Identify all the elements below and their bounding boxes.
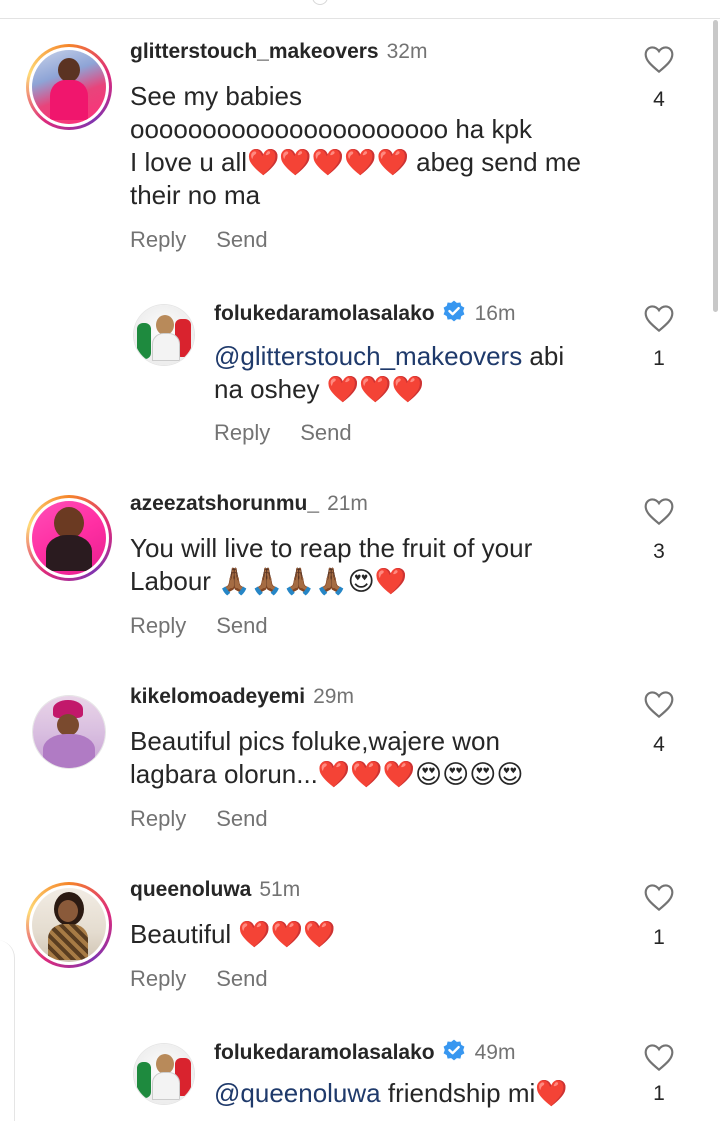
- like-control: 1: [641, 882, 677, 950]
- like-control: 3: [641, 496, 677, 564]
- sheet-handle[interactable]: [312, 0, 328, 5]
- comment-username[interactable]: kikelomoadeyemi 29m: [130, 685, 354, 709]
- like-count: 1: [653, 1082, 665, 1105]
- like-count: 3: [653, 540, 665, 563]
- comment-time: 51m: [259, 878, 301, 901]
- send-button[interactable]: Send: [216, 227, 267, 252]
- like-count: 4: [653, 733, 665, 756]
- comment-text: See my babies oooooooooooooooooooooo ha …: [130, 81, 581, 210]
- scrollbar[interactable]: [713, 20, 718, 312]
- reply-button[interactable]: Reply: [130, 806, 186, 831]
- avatar-image: [134, 305, 194, 365]
- comments-screen: glitterstouch_makeovers 32m See my babies…: [0, 0, 720, 1121]
- comment-username[interactable]: folukedaramolasalako 16m: [214, 299, 515, 326]
- mention-link[interactable]: @queenoluwa: [214, 1078, 381, 1108]
- send-button[interactable]: Send: [216, 806, 267, 831]
- heart-outline-icon[interactable]: [643, 44, 675, 74]
- avatar[interactable]: [133, 304, 195, 366]
- avatar[interactable]: [32, 695, 106, 769]
- comment-time: 21m: [327, 492, 368, 515]
- comment-username[interactable]: glitterstouch_makeovers 32m: [130, 40, 427, 64]
- reply-button[interactable]: Reply: [130, 227, 186, 252]
- avatar-image: [33, 696, 105, 768]
- heart-outline-icon[interactable]: [643, 689, 675, 719]
- comment-username[interactable]: folukedaramolasalako 49m: [214, 1038, 515, 1065]
- heart-outline-icon[interactable]: [643, 1042, 675, 1072]
- like-control: 1: [641, 303, 677, 371]
- like-control: 4: [641, 44, 677, 112]
- like-control: 1: [641, 1042, 677, 1106]
- comment-text: @queenoluwa friendship mi❤️: [214, 1078, 568, 1108]
- send-button[interactable]: Send: [216, 966, 267, 991]
- avatar[interactable]: [26, 495, 112, 581]
- comment-time: 49m: [474, 1041, 516, 1064]
- reply-button[interactable]: Reply: [130, 966, 186, 991]
- heart-outline-icon[interactable]: [643, 303, 675, 333]
- avatar-image: [32, 50, 106, 124]
- heart-outline-icon[interactable]: [643, 496, 675, 526]
- like-control: 4: [641, 689, 677, 757]
- send-button[interactable]: Send: [216, 613, 267, 638]
- avatar[interactable]: [26, 44, 112, 130]
- comment-username[interactable]: azeezatshorunmu_ 21m: [130, 492, 368, 516]
- avatar-image: [134, 1044, 194, 1104]
- avatar[interactable]: [133, 1043, 195, 1105]
- comment-time: 32m: [386, 40, 428, 63]
- reply-button[interactable]: Reply: [130, 613, 186, 638]
- comment-text: Beautiful ❤️❤️❤️: [130, 919, 336, 949]
- send-button[interactable]: Send: [300, 420, 351, 445]
- avatar-image: [32, 888, 106, 962]
- comment-time: 16m: [474, 302, 516, 325]
- mention-link[interactable]: @glitterstouch_makeovers: [214, 341, 522, 371]
- comments-sheet-top: [0, 0, 720, 19]
- like-count: 1: [653, 926, 665, 949]
- comment-text: Beautiful pics foluke,wajere won lagbara…: [130, 726, 524, 789]
- screen-edge: [0, 940, 15, 1121]
- comment-time: 29m: [313, 685, 354, 708]
- comment-text: @glitterstouch_makeovers abi na oshey ❤️…: [214, 341, 565, 404]
- reply-button[interactable]: Reply: [214, 420, 270, 445]
- avatar-image: [32, 501, 106, 575]
- like-count: 1: [653, 347, 665, 370]
- verified-badge-icon: [443, 1039, 464, 1061]
- like-count: 4: [653, 88, 665, 111]
- heart-outline-icon[interactable]: [643, 882, 675, 912]
- avatar[interactable]: [26, 882, 112, 968]
- comment-username[interactable]: queenoluwa 51m: [130, 878, 300, 902]
- verified-badge-icon: [443, 300, 464, 322]
- comment-text: You will live to reap the fruit of your …: [130, 533, 533, 596]
